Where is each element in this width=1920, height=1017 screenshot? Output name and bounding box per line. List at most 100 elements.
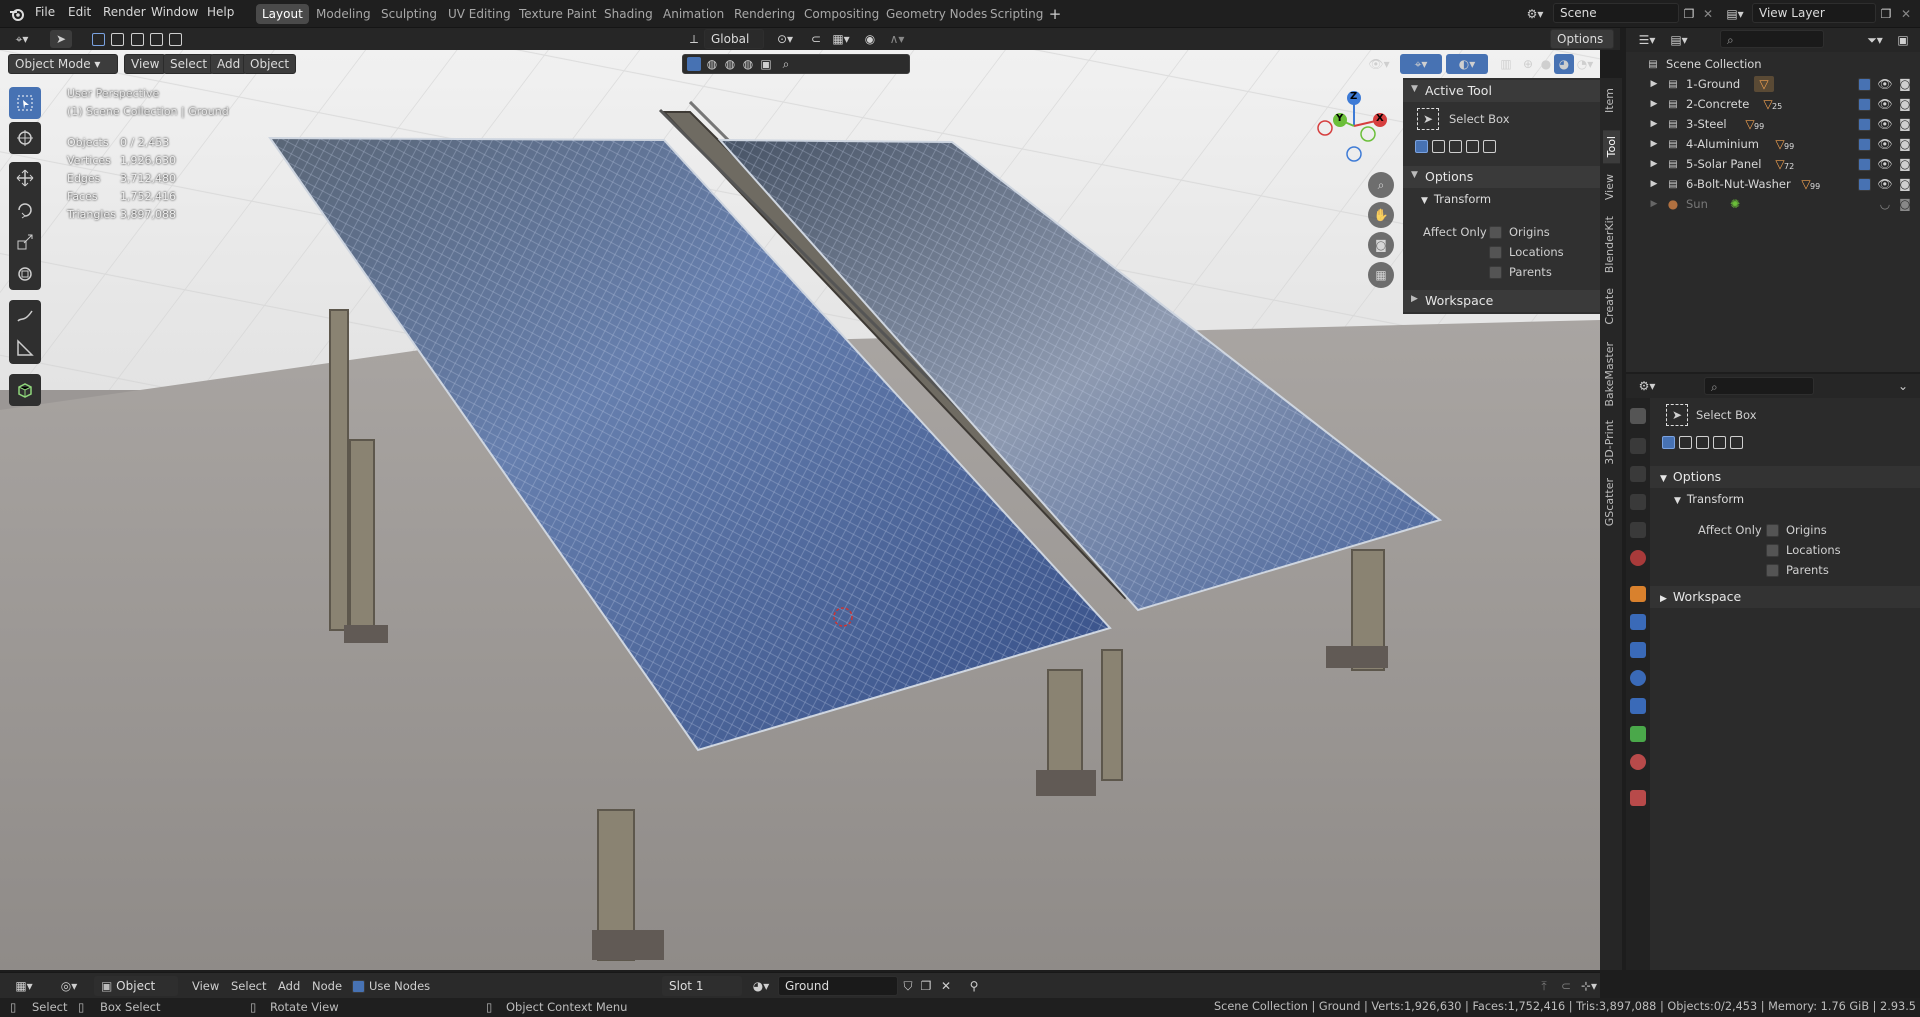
tab-layout[interactable]: Layout [256, 4, 309, 24]
exclude-checkbox[interactable] [1858, 118, 1871, 131]
navigation-gizmo[interactable]: Z X Y [1316, 86, 1396, 166]
view-layer-field[interactable]: View Layer [1752, 3, 1876, 23]
visibility-toggle-icon[interactable]: 👁▾ [1364, 55, 1394, 73]
proportional-edit-icon[interactable]: ◉ [862, 30, 878, 48]
render-camera-icon[interactable]: ◙ [1898, 177, 1912, 191]
parents-checkbox[interactable] [1766, 564, 1779, 577]
pin-icon[interactable]: ⚲ [966, 977, 982, 995]
filter-sphere-icon[interactable]: ◍ [705, 57, 719, 71]
filter-render-icon[interactable]: ◍ [723, 57, 737, 71]
render-camera-icon[interactable]: ◙ [1898, 77, 1912, 91]
exclude-checkbox[interactable] [1858, 98, 1871, 111]
mode-dropdown[interactable]: Object Mode ▾ [8, 54, 118, 74]
transform-subheader[interactable]: ▼ Transform [1674, 492, 1744, 506]
zoom-icon[interactable]: ⌕ [1368, 172, 1394, 198]
select-mode-buttons[interactable] [1662, 436, 1748, 452]
tab-geometry-nodes[interactable]: Geometry Nodes [880, 4, 993, 24]
options-header[interactable]: ▼ Options [1403, 166, 1600, 188]
outliner-item-1-ground[interactable]: ▶ ▤ 1-Ground ▽ 👁 ◙ [1626, 74, 1920, 94]
overlay-toggle-icon[interactable]: ◐▾ [1446, 54, 1488, 74]
select-box-tool-icon[interactable]: ➤ [1666, 404, 1688, 426]
expand-arrow-icon[interactable]: ▶ [1648, 97, 1660, 111]
mesh-data-icon[interactable]: ▽ [1754, 76, 1774, 92]
menu-add[interactable]: Add [210, 54, 248, 74]
ortho-grid-icon[interactable]: ▦ [1368, 262, 1394, 288]
options-header[interactable]: ▼ Options [1650, 466, 1920, 488]
expand-arrow-icon[interactable]: ▶ [1648, 137, 1660, 151]
menu-view[interactable]: View [192, 979, 219, 993]
tool-tab-icon[interactable] [1630, 408, 1646, 424]
material-tab-icon[interactable] [1630, 754, 1646, 770]
exclude-checkbox[interactable] [1858, 158, 1871, 171]
shading-rendered-icon[interactable]: ◔▾ [1572, 54, 1598, 74]
texture-tab-icon[interactable] [1630, 790, 1646, 806]
duplicate-material-icon[interactable]: ❐ [918, 977, 934, 995]
filter-funnel-icon[interactable]: ⏷▾ [1862, 32, 1888, 48]
slot-dropdown[interactable]: Slot 1 [662, 976, 742, 996]
add-workspace-icon[interactable]: + [1047, 5, 1063, 23]
menu-help[interactable]: Help [207, 5, 234, 19]
visibility-eye-icon[interactable]: 👁 [1877, 117, 1892, 131]
tab-rendering[interactable]: Rendering [728, 4, 801, 24]
shader-type-icon[interactable]: ◎▾ [56, 977, 82, 995]
unlink-material-icon[interactable]: ✕ [938, 977, 954, 995]
filter-camera-icon[interactable]: ▣ [759, 57, 773, 71]
pan-hand-icon[interactable]: ✋ [1368, 202, 1394, 228]
menu-view[interactable]: View [124, 54, 167, 74]
delete-scene-icon[interactable]: ✕ [1700, 5, 1716, 23]
view-layer-tab-icon[interactable] [1630, 494, 1646, 510]
falloff-icon[interactable]: ∧▾ [884, 30, 910, 48]
tool-rotate-icon[interactable] [9, 194, 41, 226]
visibility-eye-icon[interactable]: 👁 [1877, 77, 1892, 91]
scene-icon[interactable]: ⚙▾ [1522, 5, 1548, 23]
snap-magnet-icon[interactable]: ⊂ [808, 30, 824, 48]
tab-blenderkit[interactable]: BlenderKit [1603, 216, 1616, 273]
hidden-eye-icon[interactable]: ◡ [1878, 197, 1892, 211]
use-nodes-checkbox[interactable] [352, 980, 365, 993]
pivot-icon[interactable]: ⊙▾ [772, 30, 798, 48]
scene-name-field[interactable]: Scene [1553, 3, 1679, 23]
transform-subheader[interactable]: ▼ Transform [1421, 192, 1491, 206]
tool-measure-icon[interactable] [9, 332, 41, 364]
tool-move-icon[interactable] [9, 162, 41, 194]
chevron-down-icon[interactable]: ⌄ [1894, 378, 1912, 394]
orientation-dropdown[interactable]: Global [704, 29, 764, 49]
particles-tab-icon[interactable] [1630, 642, 1646, 658]
new-collection-icon[interactable]: ▣ [1894, 32, 1912, 48]
tab-view[interactable]: View [1603, 174, 1616, 200]
scene-tab-icon[interactable] [1630, 522, 1646, 538]
shading-solid-icon[interactable]: ● [1536, 54, 1556, 74]
visibility-eye-icon[interactable]: 👁 [1877, 97, 1892, 111]
tool-select-box[interactable] [9, 87, 41, 119]
workspace-header[interactable]: ▶ Workspace [1403, 290, 1600, 312]
modifier-tab-icon[interactable] [1630, 614, 1646, 630]
tool-annotate-icon[interactable] [9, 300, 41, 332]
3d-viewport[interactable]: User Perspective (1) Scene Collection | … [0, 50, 1600, 970]
menu-select[interactable]: Select [231, 979, 266, 993]
snap-magnet-icon[interactable]: ⊂ [1558, 977, 1574, 995]
menu-node[interactable]: Node [312, 979, 342, 993]
snap-grid-icon[interactable]: ▦▾ [828, 30, 854, 48]
workspace-header[interactable]: ▶ Workspace [1650, 586, 1920, 608]
tool-scale-icon[interactable] [9, 226, 41, 258]
filter-toolbar[interactable]: ◍ ◍ ◍ ▣ ⌕ [682, 54, 910, 74]
select-mode-buttons[interactable] [1415, 140, 1501, 156]
output-tab-icon[interactable] [1630, 466, 1646, 482]
select-box-tool-icon[interactable]: ➤ [1417, 108, 1439, 130]
tab-3d-print[interactable]: 3D-Print [1603, 420, 1616, 465]
tab-shading[interactable]: Shading [598, 4, 659, 24]
menu-select[interactable]: Select [163, 54, 215, 74]
data-tab-icon[interactable] [1630, 726, 1646, 742]
menu-object[interactable]: Object [243, 54, 297, 74]
origins-checkbox[interactable] [1489, 226, 1502, 239]
filter-search-icon[interactable]: ⌕ [779, 57, 793, 71]
menu-render[interactable]: Render [103, 5, 146, 19]
tab-modeling[interactable]: Modeling [310, 4, 377, 24]
display-mode-icon[interactable]: ▤▾ [1666, 32, 1692, 48]
viewport-filter-icon[interactable] [687, 57, 701, 71]
render-camera-icon[interactable]: ◙ [1898, 197, 1912, 211]
tool-transform-icon[interactable] [9, 258, 41, 290]
object-tab-icon[interactable] [1630, 586, 1646, 602]
outliner-item-3-steel[interactable]: ▶ ▤ 3-Steel ▽ 99 👁 ◙ [1626, 114, 1920, 134]
visibility-eye-icon[interactable]: 👁 [1877, 157, 1892, 171]
